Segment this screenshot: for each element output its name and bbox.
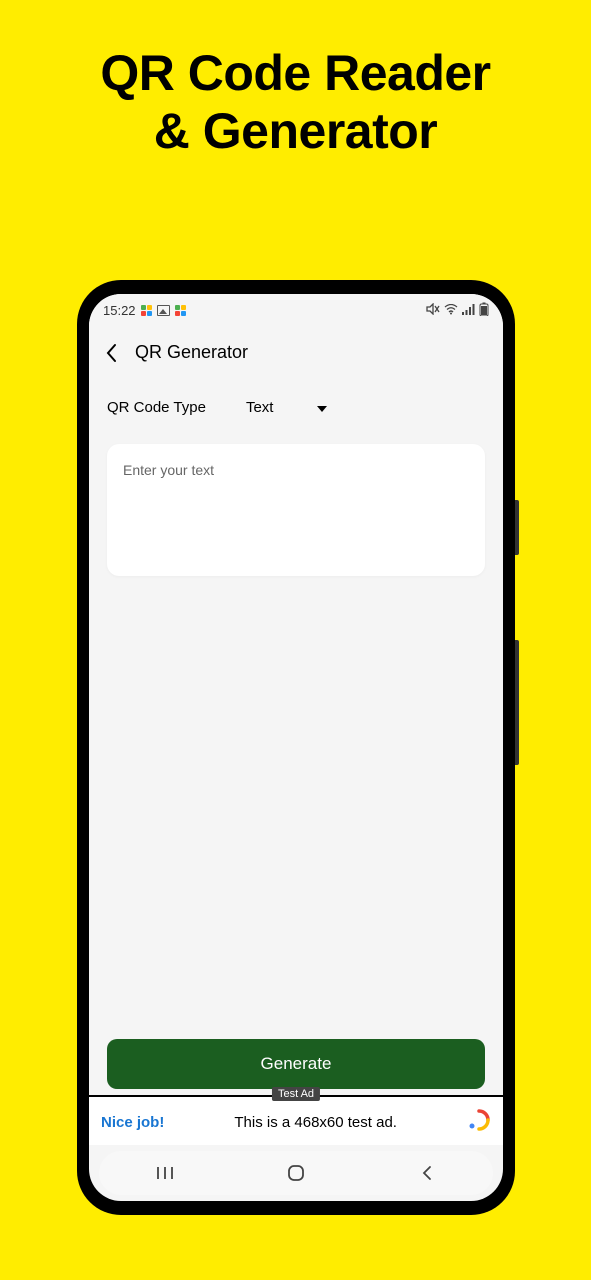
app-icon <box>175 305 186 316</box>
back-icon <box>421 1165 433 1181</box>
promo-line1: QR Code Reader <box>100 45 490 101</box>
admob-logo-icon <box>467 1108 491 1137</box>
nav-recents-button[interactable] <box>145 1165 185 1181</box>
back-button[interactable] <box>101 343 121 363</box>
chevron-down-icon <box>317 399 327 416</box>
text-input-card[interactable]: Enter your text <box>107 444 485 576</box>
ad-body-text: This is a 468x60 test ad. <box>164 1114 467 1131</box>
status-bar: 15:22 <box>89 294 503 326</box>
qr-type-label: QR Code Type <box>107 399 206 416</box>
android-nav-bar <box>99 1151 493 1195</box>
ad-left-text: Nice job! <box>101 1114 164 1131</box>
recents-icon <box>156 1165 174 1181</box>
app-icon <box>141 305 152 316</box>
promo-title: QR Code Reader & Generator <box>0 0 591 160</box>
qr-type-dropdown[interactable]: Text <box>246 399 328 416</box>
wifi-icon <box>444 303 458 318</box>
generate-button[interactable]: Generate <box>107 1039 485 1089</box>
nav-home-button[interactable] <box>276 1164 316 1182</box>
text-input-placeholder: Enter your text <box>123 462 469 478</box>
mute-icon <box>426 303 440 318</box>
home-icon <box>287 1164 305 1182</box>
status-time: 15:22 <box>103 303 136 318</box>
qr-type-row: QR Code Type Text <box>107 391 485 444</box>
chevron-left-icon <box>105 343 117 363</box>
phone-side-button <box>515 640 519 765</box>
ad-banner[interactable]: Test Ad Nice job! This is a 468x60 test … <box>89 1097 503 1145</box>
content-area: QR Code Type Text Enter your text <box>89 377 503 1039</box>
ad-badge: Test Ad <box>272 1087 320 1101</box>
phone-side-button <box>515 500 519 555</box>
gallery-icon <box>157 305 170 316</box>
generate-button-label: Generate <box>261 1054 332 1073</box>
phone-screen: 15:22 <box>89 294 503 1201</box>
page-title: QR Generator <box>135 342 248 363</box>
nav-back-button[interactable] <box>407 1165 447 1181</box>
phone-frame: 15:22 <box>77 280 515 1215</box>
qr-type-selected: Text <box>246 399 274 416</box>
signal-icon <box>462 303 475 318</box>
promo-line2: & Generator <box>154 103 437 159</box>
battery-icon <box>479 302 489 319</box>
spacer <box>107 576 485 1025</box>
app-header: QR Generator <box>89 326 503 377</box>
